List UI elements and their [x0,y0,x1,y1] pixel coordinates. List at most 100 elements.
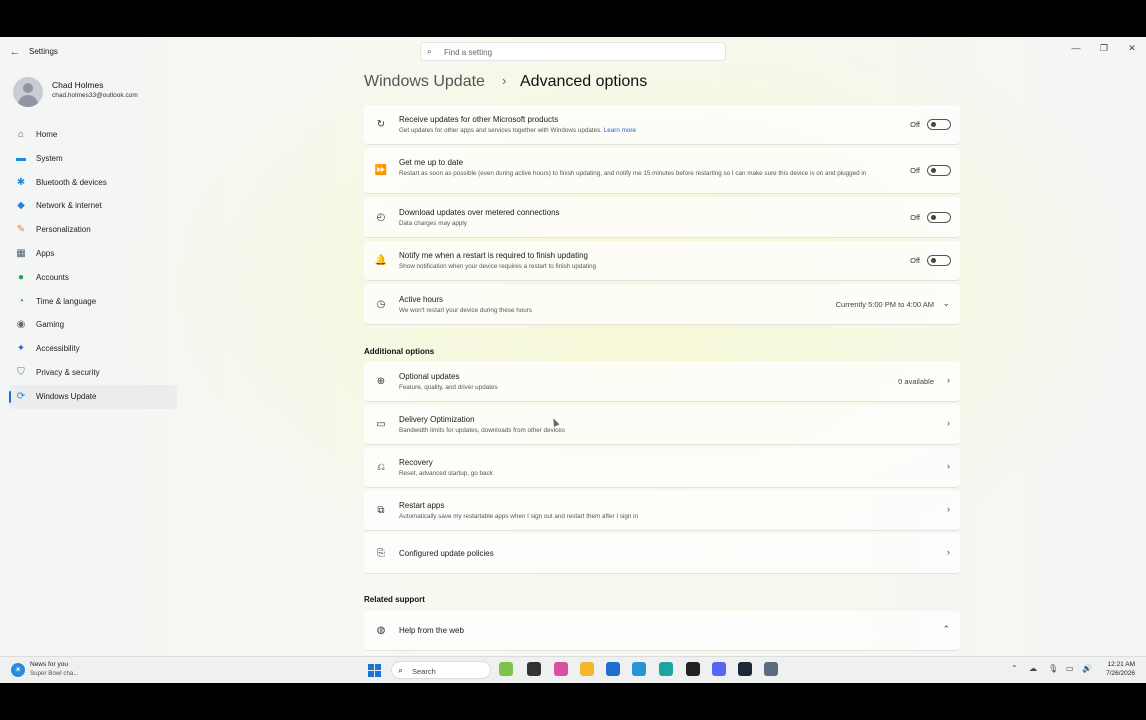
chevron-down-icon: ⌄ [942,297,950,308]
sidebar-item-apps[interactable]: ▦ Apps [9,242,177,266]
sidebar-item-network-internet[interactable]: ◆ Network & internet [9,194,177,218]
chevron-right-icon: › [947,374,950,385]
gauge-icon: ◴ [376,211,386,223]
store-icon[interactable] [606,662,620,676]
avatar[interactable] [13,77,43,107]
profile-name: Chad Holmes [52,80,104,90]
setting-card-4[interactable]: ◷ Active hours We won't restart your devic… [364,284,960,325]
news-widget-title[interactable]: News for you [30,661,68,668]
additional-option-0[interactable]: ⊕ Optional updates Feature, quality, and d… [364,361,960,402]
breadcrumb-parent[interactable]: Windows Update [364,73,485,91]
accessibility-icon: ✦ [16,343,26,355]
edge-icon[interactable] [659,662,673,676]
card-title: Optional updates [399,371,460,381]
news-widget-icon[interactable]: ☀ [11,663,25,677]
close-button[interactable]: ✕ [1122,41,1142,55]
sidebar-item-label: System [36,153,63,163]
bluetooth-icon: ✱ [16,176,26,188]
card-description: Restart as soon as possible (even during… [399,169,899,179]
steam-icon[interactable] [738,662,752,676]
copilot-icon[interactable] [554,662,568,676]
recovery-icon: ⎌ [377,461,385,473]
sidebar-item-label: Time & language [36,296,97,306]
taskview-icon[interactable] [527,662,541,676]
brush-icon: ✎ [16,224,26,236]
toggle-switch[interactable] [927,211,951,223]
chevron-right-icon: › [947,503,950,514]
policy-icon: ⎘ [377,547,385,559]
additional-option-3[interactable]: ⧉ Restart apps Automatically save my resta… [364,490,960,531]
start-button[interactable] [368,664,381,677]
settings-app-icon[interactable] [764,662,778,676]
learn-more-link[interactable]: Learn more [604,127,636,134]
onedrive-icon[interactable]: ☁ [1029,664,1037,673]
network-icon[interactable]: ▭ [1066,664,1074,673]
volume-icon[interactable]: 🔊 [1082,664,1092,673]
card-value: 0 available [898,376,934,386]
discord-icon[interactable] [712,662,726,676]
card-value: Currently 5:00 PM to 4:00 AM [835,299,934,309]
card-description: Get updates for other apps and services … [399,126,899,136]
news-widget-subtitle[interactable]: Super Bowl cha... [30,670,79,677]
active-hours-icon: ◷ [376,298,386,310]
related-support-item-0[interactable]: ◍ Help from the web ⌃ [364,611,960,651]
card-title: Download updates over metered connection… [399,207,560,217]
additional-option-2[interactable]: ⎌ Recovery Reset, advanced startup, go bac… [364,447,960,488]
additional-option-4[interactable]: ⎘ Configured update policies › [364,533,960,574]
search-input[interactable]: ⌕ Find a setting [420,42,726,61]
card-description: Data charges may apply [399,219,899,229]
chevron-up-icon[interactable]: ⌃ [1011,664,1018,673]
setting-card-0[interactable]: ↻ Receive updates for other Microsoft pro… [364,105,960,145]
profile-email: chad.holmes33@outlook.com [52,92,138,99]
clock-icon: ◔ [17,295,25,307]
card-description: Bandwidth limits for updates, downloads … [399,426,899,436]
toggle-switch[interactable] [927,119,951,130]
card-title: Help from the web [399,626,464,635]
card-description-text: Bandwidth limits for updates, downloads … [399,426,565,434]
card-title: Receive updates for other Microsoft prod… [399,115,559,124]
sidebar-item-home[interactable]: ⌂ Home [9,123,177,147]
card-description-text: Show notification when your device requi… [399,263,597,270]
home-icon: ⌂ [17,129,25,140]
card-title: Delivery Optimization [399,414,475,424]
card-description: We won't restart your device during thes… [399,306,899,316]
sidebar-item-windows-update[interactable]: ⟳ Windows Update [9,384,177,409]
microphone-icon[interactable]: 🎙 [1048,664,1058,673]
additional-option-1[interactable]: ▭ Delivery Optimization Bandwidth limits f… [364,404,960,445]
toggle-state-label: Off [910,120,920,129]
sidebar-item-system[interactable]: ▬ System [9,147,177,171]
explorer-thumbnail-icon[interactable] [499,662,513,676]
accounts-icon: ● [17,271,25,283]
card-description-text: Data charges may apply [399,219,467,227]
card-title: Recovery [399,457,433,467]
paint-icon[interactable] [632,662,646,676]
file-explorer-icon[interactable] [580,662,594,676]
minimize-button[interactable]: — [1066,41,1086,55]
sidebar-item-label: Windows Update [36,391,97,401]
maximize-button[interactable]: ❐ [1094,41,1114,55]
toggle-switch[interactable] [927,165,951,176]
setting-card-3[interactable]: 🔔 Notify me when a restart is required to… [364,241,960,281]
sidebar-item-label: Network & internet [36,201,102,211]
sidebar-item-accounts[interactable]: ● Accounts [9,266,177,290]
back-button[interactable]: ← [8,45,22,59]
sidebar-item-bluetooth-devices[interactable]: ✱ Bluetooth & devices [9,171,177,195]
taskbar-search[interactable]: ⌕ Search [391,661,491,679]
sidebar-item-privacy-security[interactable]: ⛉ Privacy & security [9,361,177,385]
sidebar-item-accessibility[interactable]: ✦ Accessibility [9,337,177,361]
setting-card-2[interactable]: ◴ Download updates over metered connectio… [364,197,960,238]
setting-card-1[interactable]: ⏩ Get me up to date Restart as soon as pos… [364,148,960,194]
taskbar-search-label: Search [412,667,436,676]
xbox-icon[interactable] [686,662,700,676]
clock-time[interactable]: 12:21 AM [1103,661,1135,668]
toggle-switch[interactable] [927,255,951,266]
sidebar-item-personalization[interactable]: ✎ Personalization [9,218,177,242]
sidebar-item-time-language[interactable]: ◔ Time & language [9,290,177,314]
sidebar-item-gaming[interactable]: ◉ Gaming [9,313,177,337]
sidebar-item-label: Privacy & security [36,367,100,377]
clock-date[interactable]: 7/26/2026 [1100,670,1135,677]
additional-options-heading: Additional options [364,347,435,356]
sidebar-item-label: Apps [36,248,55,258]
settings-window: ← Settings ⌕ Find a setting — ❐ ✕ Chad H… [0,37,1146,683]
chevron-right-icon: › [947,417,950,428]
